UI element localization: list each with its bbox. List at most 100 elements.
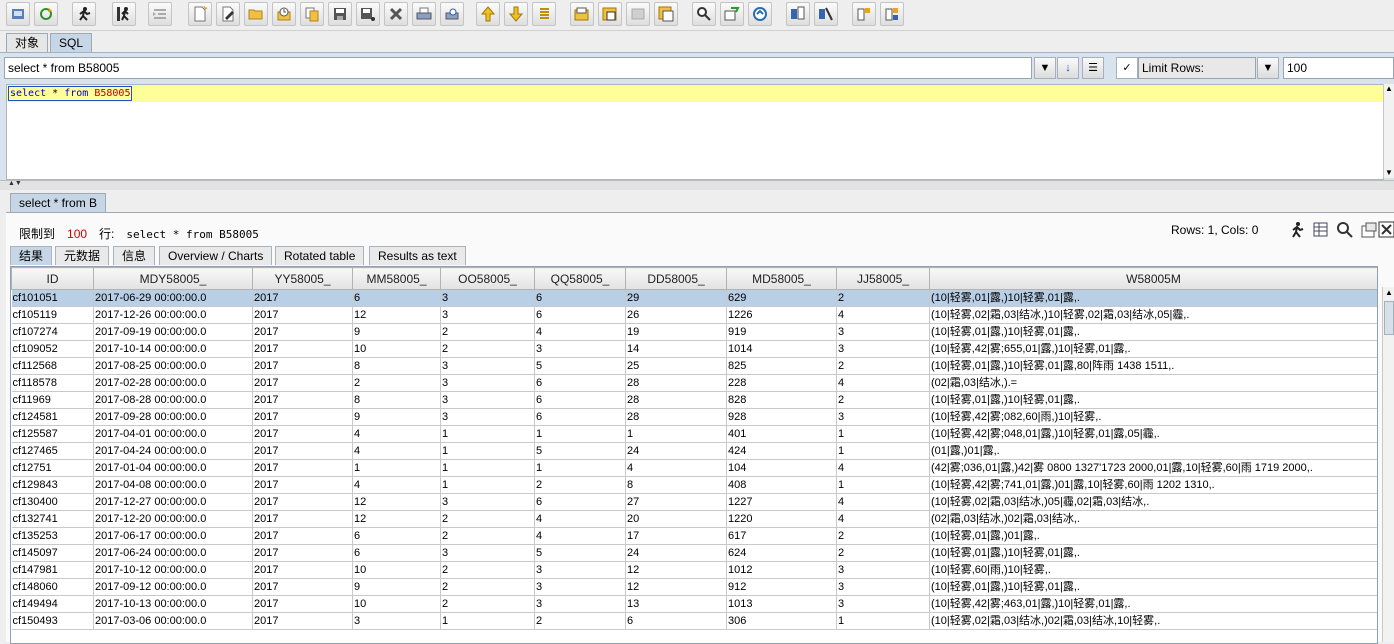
table-cell[interactable]: 306 (726, 612, 837, 630)
table-cell[interactable]: 825 (726, 357, 837, 375)
table-cell[interactable]: 2 (836, 527, 930, 545)
table-row[interactable]: cf149494 2017-10-13 00:00:00.0 2017 10 2 3 13 1… (11, 595, 1377, 613)
table-cell[interactable]: 17 (625, 527, 727, 545)
table-cell[interactable]: 10 (352, 595, 441, 613)
table-cell[interactable]: 2017-04-24 00:00:00.0 (93, 442, 253, 460)
column-header[interactable]: ID (11, 267, 94, 290)
table-cell[interactable]: 4 (836, 510, 930, 528)
table-cell[interactable]: 2017 (252, 306, 353, 324)
column-header[interactable]: OO58005_ (440, 267, 535, 290)
table-cell[interactable]: (10|轻雾,01|露,)10|轻雾,01|露,. (929, 323, 1377, 341)
table-cell[interactable]: 2017-06-24 00:00:00.0 (93, 544, 253, 562)
table-cell[interactable]: 6 (534, 493, 626, 511)
table-cell[interactable]: 12 (625, 578, 727, 596)
table-cell[interactable]: cf105119 (11, 306, 94, 324)
table-cell[interactable]: 2017-12-20 00:00:00.0 (93, 510, 253, 528)
results-grid[interactable]: ID MDY58005_ YY58005_ MM58005_ OO58005_ … (10, 266, 1378, 644)
table-cell[interactable]: 4 (534, 323, 626, 341)
table-cell[interactable]: 9 (352, 323, 441, 341)
table-cell[interactable]: (10|轻雾,01|露,)01|露,. (929, 527, 1377, 545)
table-cell[interactable]: 1 (534, 425, 626, 443)
table-cell[interactable]: 2 (440, 578, 535, 596)
table-cell[interactable]: 1 (440, 612, 535, 630)
tab-rotated-table[interactable]: Rotated table (275, 246, 365, 265)
table-cell[interactable]: 4 (625, 459, 727, 477)
table-cell[interactable]: 3 (440, 357, 535, 375)
table-cell[interactable]: (10|轻雾,01|露,)10|轻雾,01|露,. (929, 289, 1377, 307)
table-cell[interactable]: 617 (726, 527, 837, 545)
table-cell[interactable]: 2017-08-28 00:00:00.0 (93, 391, 253, 409)
table-row[interactable]: cf105119 2017-12-26 00:00:00.0 2017 12 3 6 26 1… (11, 306, 1377, 324)
table-cell[interactable]: 1 (440, 425, 535, 443)
table-cell[interactable]: 5 (534, 544, 626, 562)
table-row[interactable]: cf129843 2017-04-08 00:00:00.0 2017 4 1 2 8 408… (11, 476, 1377, 494)
table-cell[interactable]: 4 (836, 306, 930, 324)
tab-metadata[interactable]: 元数据 (55, 246, 110, 265)
table-row[interactable]: cf118578 2017-02-28 00:00:00.0 2017 2 3 6 28 22… (11, 374, 1377, 392)
table-cell[interactable]: 6 (534, 289, 626, 307)
table-cell[interactable]: 2017-12-27 00:00:00.0 (93, 493, 253, 511)
table-cell[interactable]: 14 (625, 340, 727, 358)
table-cell[interactable]: 3 (534, 340, 626, 358)
new-icon[interactable] (188, 2, 212, 26)
table-cell[interactable]: 3 (440, 306, 535, 324)
table-cell[interactable]: 6 (625, 612, 727, 630)
table-cell[interactable]: 6 (534, 391, 626, 409)
table-cell[interactable]: 24 (625, 442, 727, 460)
table-cell[interactable]: 1 (836, 442, 930, 460)
table-cell[interactable]: 4 (836, 374, 930, 392)
run-current-icon[interactable] (112, 2, 136, 26)
table-cell[interactable]: 2017 (252, 340, 353, 358)
find-next-icon[interactable] (748, 2, 772, 26)
table-cell[interactable]: 2 (440, 527, 535, 545)
settings-list-icon[interactable]: ☰ (1082, 57, 1104, 79)
grid-export-icon[interactable] (1312, 221, 1330, 239)
column-header[interactable]: MD58005_ (726, 267, 837, 290)
table-row[interactable]: cf148060 2017-09-12 00:00:00.0 2017 9 2 3 12 91… (11, 578, 1377, 596)
limit-rows-combo[interactable]: Limit Rows: (1138, 57, 1256, 79)
table-cell[interactable]: 104 (726, 459, 837, 477)
table-cell[interactable]: (10|轻雾,02|霜,03|结冰,)10|轻雾,02|霜,03|结冰,05|霾… (929, 306, 1377, 324)
rollback-icon[interactable] (814, 2, 838, 26)
execute-down-icon[interactable]: ↓ (1057, 57, 1079, 79)
table-cell[interactable]: 1 (352, 459, 441, 477)
table-cell[interactable]: 912 (726, 578, 837, 596)
table-cell[interactable]: 1227 (726, 493, 837, 511)
history-icon[interactable] (272, 2, 296, 26)
table-cell[interactable]: cf112568 (11, 357, 94, 375)
limit-chevron-down-icon[interactable]: ▼ (1257, 57, 1279, 79)
table-cell[interactable]: 12 (625, 561, 727, 579)
sql-editor-text[interactable]: select * from B58005 (8, 86, 133, 101)
scroll-up-icon[interactable]: ▲ (1385, 287, 1393, 299)
table-cell[interactable]: 408 (726, 476, 837, 494)
copy-icon[interactable] (300, 2, 324, 26)
table-cell[interactable]: cf125587 (11, 425, 94, 443)
table-cell[interactable]: cf132741 (11, 510, 94, 528)
table-cell[interactable]: 3 (836, 340, 930, 358)
table-cell[interactable]: 2017-04-08 00:00:00.0 (93, 476, 253, 494)
table-cell[interactable]: 3 (836, 578, 930, 596)
table-cell[interactable]: (10|轻雾,01|露,)10|轻雾,01|露,. (929, 544, 1377, 562)
table-cell[interactable]: 2017 (252, 357, 353, 375)
table-cell[interactable]: 2 (440, 510, 535, 528)
table-cell[interactable]: cf101051 (11, 289, 94, 307)
table-cell[interactable]: cf145097 (11, 544, 94, 562)
chevron-down-icon[interactable]: ▼ (1034, 57, 1056, 79)
table-cell[interactable]: (10|轻雾,42|雾;463,01|露,)10|轻雾,01|露,. (929, 595, 1377, 613)
table-cell[interactable]: 1226 (726, 306, 837, 324)
table-cell[interactable]: 10 (352, 340, 441, 358)
table-cell[interactable]: 2017-09-28 00:00:00.0 (93, 408, 253, 426)
table-cell[interactable]: 3 (440, 289, 535, 307)
scroll-up-icon[interactable]: ▲ (1385, 84, 1393, 94)
table-cell[interactable]: (02|霜,03|结冰,).= (929, 374, 1377, 392)
table-cell[interactable]: 4 (534, 510, 626, 528)
table-cell[interactable]: 2 (352, 374, 441, 392)
run-icon[interactable] (72, 2, 96, 26)
table-cell[interactable]: 2 (534, 476, 626, 494)
table-cell[interactable]: 3 (440, 391, 535, 409)
table-cell[interactable]: 1 (440, 459, 535, 477)
table-cell[interactable]: 2017-01-04 00:00:00.0 (93, 459, 253, 477)
table-cell[interactable]: cf135253 (11, 527, 94, 545)
table-cell[interactable]: 3 (440, 544, 535, 562)
result-tab[interactable]: select * from B (10, 193, 107, 213)
